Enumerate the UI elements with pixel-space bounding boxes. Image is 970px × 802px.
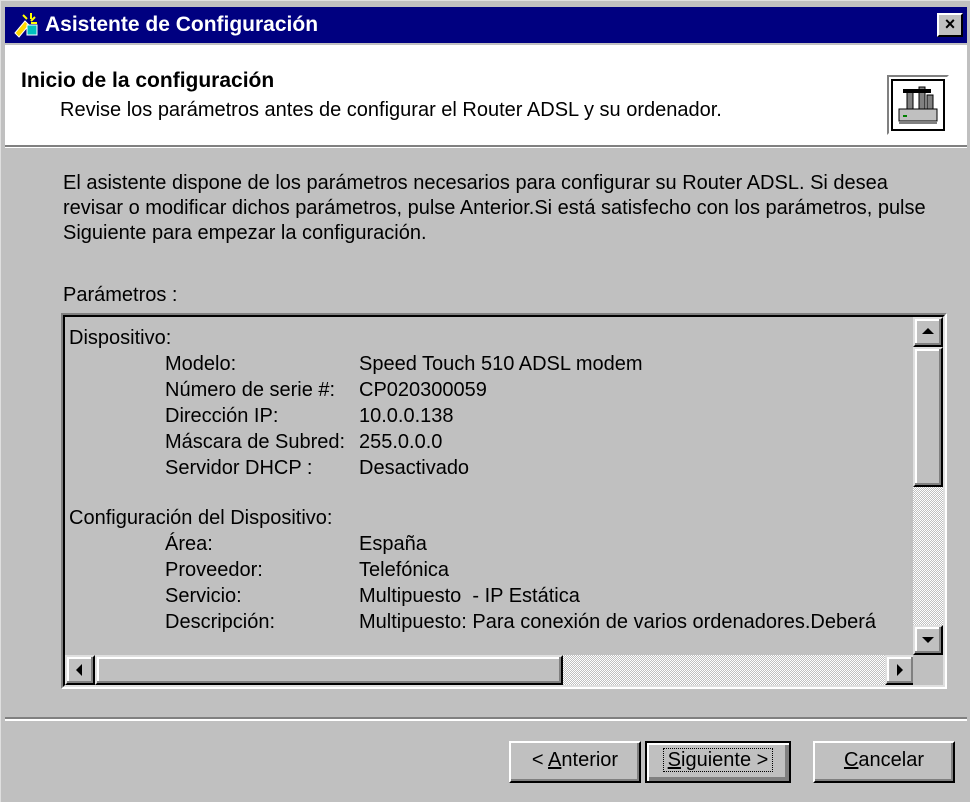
arrow-down-icon: [922, 637, 934, 643]
scroll-corner: [913, 655, 943, 685]
back-button[interactable]: < Anterior: [509, 741, 641, 783]
param-row: Máscara de Subred: 255.0.0.0: [165, 431, 443, 453]
params-listbox[interactable]: Dispositivo: Modelo: Speed Touch 510 ADSL…: [61, 313, 947, 689]
param-row: Área: España: [165, 533, 427, 555]
arrow-up-icon: [922, 328, 934, 334]
cancel-button[interactable]: Cancelar: [813, 741, 955, 783]
wizard-header: Inicio de la configuración Revise los pa…: [5, 45, 967, 145]
arrow-right-icon: [897, 664, 903, 676]
wizard-window: Asistente de Configuración × Inicio de l…: [0, 0, 970, 802]
param-row: Descripción: Multipuesto: Para conexión d…: [165, 611, 876, 633]
intro-text: El asistente dispone de los parámetros n…: [63, 172, 926, 244]
arrow-left-icon: [76, 664, 82, 676]
param-row: Dirección IP: 10.0.0.138: [165, 405, 454, 427]
router-graphic: [898, 86, 938, 124]
horizontal-scroll-thumb[interactable]: [95, 655, 563, 685]
param-row: Servicio: Multipuesto - IP Estática: [165, 585, 580, 607]
param-row: Proveedor: Telefónica: [165, 559, 450, 581]
title-bar[interactable]: Asistente de Configuración ×: [5, 7, 967, 43]
footer-separator: [5, 717, 967, 721]
device-section-title: Dispositivo:: [69, 327, 172, 349]
router-icon: [887, 75, 949, 135]
param-row: Modelo: Speed Touch 510 ADSL modem: [165, 353, 643, 375]
scroll-down-button[interactable]: [913, 625, 943, 655]
close-button[interactable]: ×: [937, 13, 963, 37]
close-icon: ×: [944, 14, 956, 34]
params-label: Parámetros :: [63, 284, 178, 306]
vertical-scrollbar[interactable]: [913, 317, 943, 655]
config-section-title: Configuración del Dispositivo:: [69, 507, 333, 529]
next-button[interactable]: Siguiente >: [645, 741, 791, 783]
scroll-left-button[interactable]: [65, 655, 95, 685]
wizard-icon: [14, 13, 38, 38]
scroll-up-button[interactable]: [913, 317, 943, 347]
params-content: Dispositivo: Modelo: Speed Touch 510 ADSL…: [67, 319, 913, 655]
param-row: Número de serie #: CP020300059: [165, 379, 487, 401]
horizontal-scrollbar[interactable]: [65, 655, 915, 685]
page-subtitle: Revise los parámetros antes de configura…: [60, 99, 722, 121]
vertical-scroll-thumb[interactable]: [913, 347, 943, 487]
page-title: Inicio de la configuración: [21, 69, 275, 92]
param-row: Servidor DHCP : Desactivado: [165, 457, 470, 479]
scroll-right-button[interactable]: [885, 655, 915, 685]
header-separator: [5, 145, 967, 148]
window-title: Asistente de Configuración: [45, 13, 319, 36]
